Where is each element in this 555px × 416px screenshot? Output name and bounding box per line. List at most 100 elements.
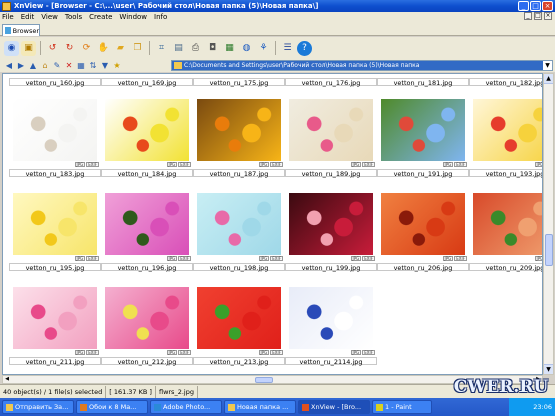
minimize-button[interactable]: _ <box>518 1 529 11</box>
thumbnail-image[interactable] <box>105 99 189 161</box>
close-button[interactable]: × <box>542 1 553 11</box>
menu-info[interactable]: Info <box>154 13 167 21</box>
file-badge: JPG <box>442 162 454 167</box>
menu-edit[interactable]: Edit <box>21 13 35 21</box>
sort-icon[interactable]: ⇅ <box>88 61 98 71</box>
address-dropdown-icon[interactable]: ▼ <box>543 61 552 70</box>
mdi-close-button[interactable]: × <box>544 12 552 20</box>
menu-window[interactable]: Window <box>119 13 147 21</box>
thumbnail-image[interactable] <box>289 287 373 349</box>
copy-folder-icon[interactable]: ❐ <box>130 41 145 56</box>
eye-icon[interactable]: ◉ <box>4 40 19 56</box>
menu-create[interactable]: Create <box>89 13 112 21</box>
print-icon[interactable]: ⎙ <box>188 41 203 56</box>
taskbar-item[interactable]: 1 - Paint <box>372 400 432 414</box>
file-badge: JPG <box>350 256 362 261</box>
thumbnail-image[interactable] <box>381 99 465 161</box>
up-folder-icon[interactable]: ▲ <box>28 61 38 71</box>
rotate-right-icon[interactable]: ↻ <box>62 41 77 56</box>
forward-icon[interactable]: ▶ <box>16 61 26 71</box>
thumbnail-image[interactable] <box>105 287 189 349</box>
clock: 23:06 <box>533 403 552 411</box>
horizontal-scroll-thumb[interactable] <box>255 377 273 383</box>
taskbar-item-label: Adobe Photo... <box>163 403 211 411</box>
maximize-button[interactable]: □ <box>530 1 541 11</box>
web-icon[interactable]: ⚘ <box>256 41 271 56</box>
hand-icon[interactable]: ✋ <box>96 41 111 56</box>
scroll-thumb[interactable] <box>545 234 553 266</box>
folder-open-icon[interactable]: ▰ <box>113 41 128 56</box>
home-icon[interactable]: ⌂ <box>40 61 50 71</box>
thumbnail-label: vetton_ru_189.jpg <box>285 169 377 178</box>
file-badge: JPG <box>442 256 454 261</box>
thumbnail-frame <box>469 192 542 256</box>
thumbnail-image[interactable] <box>473 193 542 255</box>
menu-view[interactable]: View <box>41 13 58 21</box>
preview-icon[interactable]: ▣ <box>21 40 36 56</box>
scroll-up-icon[interactable]: ▲ <box>544 74 553 84</box>
menu-file[interactable]: File <box>2 13 14 21</box>
rotate-left-icon[interactable]: ↺ <box>45 41 60 56</box>
filter-icon[interactable]: ▼ <box>100 61 110 71</box>
thumbnail-frame <box>285 98 377 162</box>
window-controls: _ □ × <box>518 1 553 11</box>
thumbnail-image[interactable] <box>197 193 281 255</box>
folder-icon <box>174 62 182 69</box>
taskbar-item[interactable]: Adobe Photo... <box>150 400 222 414</box>
toolbar-separator <box>275 41 276 55</box>
view-mode-icon[interactable]: ▦ <box>76 61 86 71</box>
back-icon[interactable]: ◀ <box>4 61 14 71</box>
thumbnail-label: vetton_ru_199.jpg <box>285 263 377 272</box>
thumbnail-image[interactable] <box>197 287 281 349</box>
file-badge: EXIF <box>270 350 283 355</box>
thumbnail-frame <box>9 286 101 350</box>
globe-icon[interactable]: ◍ <box>239 41 254 56</box>
thumbnail-image[interactable] <box>289 193 373 255</box>
move-icon[interactable]: ✕ <box>64 61 74 71</box>
taskbar-item[interactable]: Новая папка ... <box>224 400 296 414</box>
vertical-scrollbar[interactable]: ▲ ▼ <box>543 73 554 375</box>
tab-browser[interactable]: Browser <box>2 24 40 36</box>
thumbnail-image[interactable] <box>13 193 97 255</box>
thumbnail-image[interactable] <box>13 287 97 349</box>
acquire-icon[interactable]: ▤ <box>171 41 186 56</box>
help-icon[interactable]: ? <box>297 40 312 56</box>
thumbnail-image[interactable] <box>289 99 373 161</box>
thumbnail-image[interactable] <box>473 99 542 161</box>
window-title: XnView - [Browser - C:\...\user\ Рабочий… <box>14 2 319 10</box>
watermark-logo: CWER.RU <box>453 377 549 397</box>
camera-icon[interactable]: ◘ <box>205 41 220 56</box>
mdi-minimize-button[interactable]: _ <box>524 12 532 20</box>
file-badge: JPG <box>350 350 362 355</box>
options-icon[interactable]: ☰ <box>280 41 295 56</box>
thumbnail-grid[interactable]: vetton_ru_160.jpg vetton_ru_169.jpg vetton… <box>2 73 543 375</box>
scan-icon[interactable]: ⌗ <box>154 41 169 56</box>
mdi-restore-button[interactable]: □ <box>534 12 542 20</box>
taskbar-item[interactable]: Отправить За... <box>2 400 74 414</box>
address-input[interactable]: C:\Documents and Settings\user\Рабочий с… <box>171 60 553 71</box>
browser-icon <box>80 403 87 411</box>
taskbar-item[interactable]: Обои к 8 Ма... <box>76 400 148 414</box>
file-badge: JPG <box>534 256 542 261</box>
file-badges: JPGEXIF <box>442 256 467 261</box>
file-badge: JPG <box>74 162 86 167</box>
taskbar-item[interactable]: XnView - [Bro... <box>298 400 370 414</box>
thumbnail-frame <box>377 98 469 162</box>
file-badges: JPGEXIF <box>442 162 467 167</box>
thumbnail-image[interactable] <box>13 99 97 161</box>
slideshow-icon[interactable]: ▦ <box>222 41 237 56</box>
menu-tools[interactable]: Tools <box>65 13 82 21</box>
thumbnail-label: vetton_ru_160.jpg <box>9 78 101 87</box>
thumbnail-label: vetton_ru_198.jpg <box>193 263 285 272</box>
edit-icon[interactable]: ✎ <box>52 61 62 71</box>
thumbnail-image[interactable] <box>105 193 189 255</box>
thumbnail-frame <box>101 192 193 256</box>
paint-icon <box>376 403 383 411</box>
thumbnail-image[interactable] <box>197 99 281 161</box>
favorites-icon[interactable]: ★ <box>112 61 122 71</box>
refresh-icon[interactable]: ⟳ <box>79 41 94 56</box>
file-badge: EXIF <box>362 162 375 167</box>
scroll-left-icon[interactable]: ◀ <box>3 376 11 383</box>
thumbnail-image[interactable] <box>381 193 465 255</box>
thumbnail-label: vetton_ru_176.jpg <box>285 78 377 87</box>
